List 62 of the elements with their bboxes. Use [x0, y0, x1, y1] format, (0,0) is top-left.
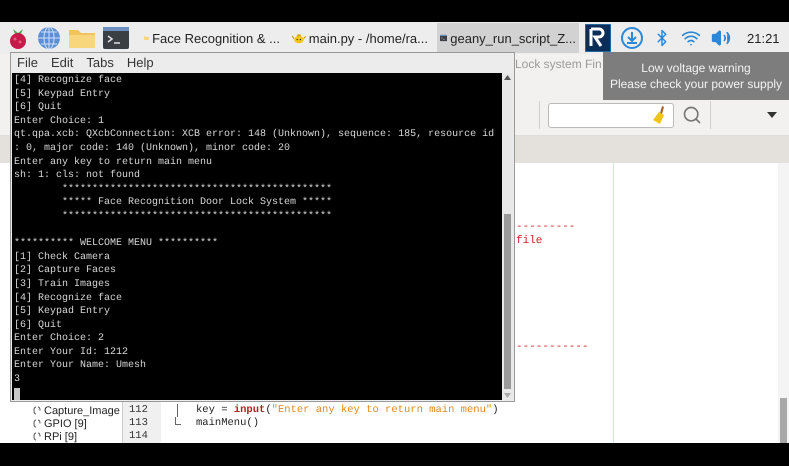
- taskbar-task[interactable]: geany_run_script_Z...: [437, 23, 579, 53]
- line-number: 114: [128, 430, 149, 443]
- menu-item[interactable]: Tabs: [86, 55, 114, 70]
- volume-icon[interactable]: [711, 28, 731, 48]
- scrollbar[interactable]: [502, 73, 513, 400]
- terminal-line: [2] Capture Faces: [14, 264, 116, 278]
- line-number: 112: [128, 404, 149, 417]
- symbol-name[interactable]: Capture_Image: [44, 404, 120, 416]
- taskbar-task[interactable]: Face Recognition & ...: [141, 23, 283, 53]
- scroll-up-icon[interactable]: [504, 75, 511, 80]
- terminal-line: Enter Choice: 2: [14, 332, 104, 346]
- terminal-line: [5] Keypad Entry: [14, 305, 110, 319]
- notification-message: Please check your power supply: [610, 77, 782, 91]
- symbol-name[interactable]: RPi [9]: [44, 430, 78, 442]
- terminal-line: *********************************************: [61, 210, 332, 224]
- terminal-line: sh: 1: cls: not found: [14, 169, 140, 183]
- terminal-line: [3] Train Images: [14, 278, 110, 292]
- download-icon[interactable]: [621, 27, 643, 49]
- menu-item[interactable]: File: [17, 55, 38, 70]
- terminal-line: [5] Keypad Entry: [14, 88, 110, 102]
- fold-end: [174, 417, 180, 425]
- search-field[interactable]: [548, 102, 674, 128]
- terminal-line: [6] Quit: [14, 101, 62, 115]
- terminal-line: qt.qpa.xcb: QXcbConnection: XCB error: 148 (Unknown), sequence: 185, resource id: [14, 128, 494, 142]
- clock[interactable]: 21:21: [747, 30, 780, 46]
- terminal-line: [4] Recognize face: [14, 74, 122, 88]
- line-number: 113: [128, 417, 149, 430]
- globe-icon[interactable]: [37, 26, 61, 50]
- scroll-down-icon[interactable]: [504, 393, 511, 398]
- terminal-line: Enter Your Name: Umesh: [14, 359, 146, 374]
- code-line: key = input("Enter any key to return main menu"): [195, 404, 498, 417]
- symbol-name[interactable]: GPIO [9]: [44, 418, 87, 430]
- vnc-icon[interactable]: [585, 24, 611, 52]
- symbol-icon: [33, 432, 41, 441]
- terminal-line: ***** Face Recognition Door Lock System *****: [61, 196, 332, 210]
- terminal-line: Enter Your Id: 1212: [14, 346, 128, 360]
- terminal-line: [1] Check Camera: [14, 250, 110, 264]
- terminal-line: ********** WELCOME MENU **********: [14, 237, 218, 251]
- code-comment: file: [516, 235, 542, 249]
- terminal-line: [4] Recognize face: [14, 292, 122, 306]
- terminal-icon[interactable]: [103, 27, 129, 49]
- window-title: Lock system Fin: [515, 57, 602, 71]
- search-icon[interactable]: [682, 105, 702, 125]
- taskbar-task[interactable]: main.py - /home/ra...: [289, 23, 431, 53]
- symbol-icon: [33, 419, 41, 428]
- terminal-line: : 0, major code: 140 (Unknown), minor code: 20: [14, 142, 290, 156]
- scrollbar[interactable]: [778, 163, 789, 443]
- notification-title: Low voltage warning: [641, 61, 751, 75]
- terminal-line: [6] Quit: [14, 318, 62, 332]
- symbol-icon: [33, 406, 41, 415]
- terminal-line: Enter any key to return main menu: [14, 156, 212, 170]
- fold-line: [176, 404, 178, 417]
- menu-item[interactable]: Help: [126, 55, 154, 70]
- terminal-line: 3: [14, 373, 20, 387]
- terminal-line: Enter Choice: 1: [14, 114, 104, 128]
- text-cursor: [14, 388, 20, 400]
- code-comment: ---------: [516, 221, 576, 235]
- code-line: mainMenu(): [195, 417, 260, 430]
- broom-icon[interactable]: [653, 106, 667, 124]
- menu-item[interactable]: Edit: [50, 55, 74, 70]
- terminal-line: *********************************************: [61, 182, 332, 196]
- code-comment: -----------: [516, 341, 589, 355]
